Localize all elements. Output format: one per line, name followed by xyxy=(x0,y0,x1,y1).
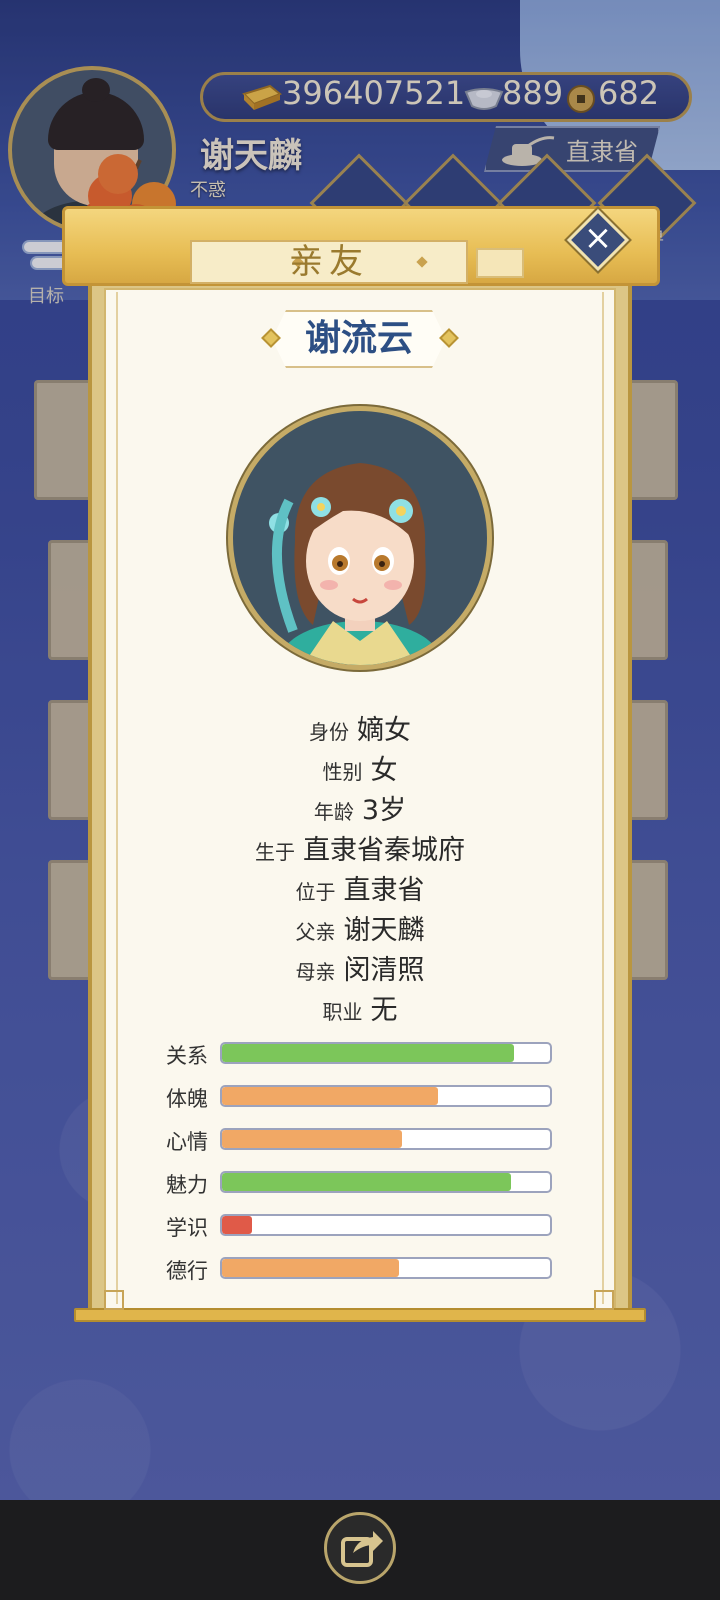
stat-label: 德行 xyxy=(166,1259,208,1283)
girl-portrait-icon xyxy=(228,406,492,670)
stat-label: 学识 xyxy=(166,1216,208,1240)
stat-fill xyxy=(222,1130,403,1148)
share-button[interactable] xyxy=(324,1512,396,1584)
info-row-mother: 母亲 闵清照 xyxy=(104,948,616,987)
info-label: 职业 xyxy=(322,1000,363,1024)
info-row-location: 位于 直隶省 xyxy=(104,868,616,907)
info-row-age: 年龄 3岁 xyxy=(104,788,616,827)
stat-label: 魅力 xyxy=(166,1173,208,1197)
stat-track xyxy=(220,1042,552,1064)
stat-label: 心情 xyxy=(166,1130,208,1154)
stat-fill xyxy=(222,1259,400,1277)
stat-virtue: 德行 xyxy=(166,1257,556,1283)
info-value: 谢天麟 xyxy=(343,915,425,946)
stat-knowledge: 学识 xyxy=(166,1214,556,1240)
stat-physique: 体魄 xyxy=(166,1085,556,1111)
info-value: 嫡女 xyxy=(357,715,411,746)
info-label: 位于 xyxy=(295,880,336,904)
banner-ornament-right xyxy=(476,248,524,278)
info-row-father: 父亲 谢天麟 xyxy=(104,908,616,947)
corner-ornament xyxy=(594,1290,614,1310)
stat-mood: 心情 xyxy=(166,1128,556,1154)
share-icon xyxy=(341,1531,383,1567)
stat-track xyxy=(220,1128,552,1150)
info-row-occupation: 职业无 xyxy=(104,988,616,1027)
stat-track xyxy=(220,1257,552,1279)
stat-label: 关系 xyxy=(166,1044,208,1068)
person-name: 谢流云 xyxy=(304,318,413,359)
info-row-identity: 身份 嫡女 xyxy=(104,708,616,747)
stat-track xyxy=(220,1171,552,1193)
info-row-birthplace: 生于 直隶省秦城府 xyxy=(104,828,616,867)
info-label: 年龄 xyxy=(313,800,354,824)
info-value: 闵清照 xyxy=(343,955,425,986)
info-label: 生于 xyxy=(255,840,295,864)
stat-fill xyxy=(222,1044,514,1062)
stat-fill xyxy=(222,1087,439,1105)
info-label: 身份 xyxy=(309,720,349,744)
info-label: 父亲 xyxy=(295,920,336,944)
stat-charm: 魅力 xyxy=(166,1171,556,1197)
close-icon[interactable]: × xyxy=(576,216,620,260)
dialog-scroll-base xyxy=(74,1308,646,1322)
info-value: 无 xyxy=(370,995,398,1026)
stat-fill xyxy=(222,1216,252,1234)
stat-relationship: 关系 xyxy=(166,1042,556,1068)
corner-ornament xyxy=(104,1290,124,1310)
info-label: 母亲 xyxy=(295,960,336,984)
dialog-title: 亲友 xyxy=(289,242,369,282)
stat-track xyxy=(220,1214,552,1236)
stat-fill xyxy=(222,1173,511,1191)
info-value: 直隶省秦城府 xyxy=(303,835,465,866)
stat-track xyxy=(220,1085,552,1107)
info-row-gender: 性别女 xyxy=(104,748,616,787)
info-value: 3岁 xyxy=(361,795,407,826)
info-value: 直隶省 xyxy=(343,875,425,906)
stat-label: 体魄 xyxy=(166,1087,208,1111)
info-value: 女 xyxy=(370,755,398,786)
info-label: 性别 xyxy=(322,760,363,784)
